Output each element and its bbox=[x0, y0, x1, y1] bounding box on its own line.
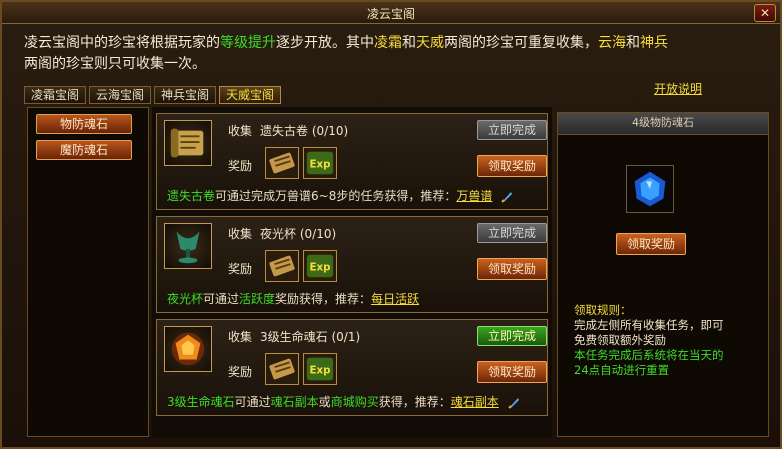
exp-icon[interactable]: Exp bbox=[303, 147, 337, 179]
reward-label: 奖励 bbox=[228, 365, 253, 379]
claim-reward-button[interactable]: 领取奖励 bbox=[477, 361, 547, 383]
blue-gem-icon[interactable] bbox=[626, 165, 674, 213]
task-description: 夜光杯可通过活跃度奖励获得，推荐：每日活跃 bbox=[167, 292, 420, 306]
night-cup-icon bbox=[164, 223, 212, 269]
intro-text: 凌云宝阁中的珍宝将根据玩家的等级提升逐步开放。其中凌霜和天威两阁的珍宝可重复收集… bbox=[24, 35, 668, 72]
category-physical-soulstone[interactable]: 物防魂石 bbox=[36, 114, 132, 134]
close-button[interactable]: ✕ bbox=[754, 4, 776, 22]
claim-rules: 领取规则： 完成左侧所有收集任务，即可 免费领取额外奖励 本任务完成后系统将在当… bbox=[574, 303, 724, 377]
bonus-title: 4级物防魂石 bbox=[558, 113, 768, 135]
tab-tianwei[interactable]: 天威宝阁 bbox=[219, 86, 282, 104]
task-title: 收集 3级生命魂石 (0/1) bbox=[228, 330, 361, 344]
life-soulstone-icon bbox=[164, 326, 212, 372]
tab-lingshuang[interactable]: 凌霜宝阁 bbox=[24, 86, 87, 104]
recommend-link[interactable]: 万兽谱 bbox=[456, 189, 492, 203]
task-list: 收集 遗失古卷 (0/10) 奖励 Exp 立即完成 领取奖励 遗失古卷可通过完成… bbox=[152, 107, 552, 437]
complete-now-button[interactable]: 立即完成 bbox=[477, 223, 547, 243]
window-title: 凌云宝阁 bbox=[366, 7, 415, 21]
svg-text:Exp: Exp bbox=[309, 262, 330, 274]
task-title: 收集 夜光杯 (0/10) bbox=[228, 227, 337, 241]
category-panel: 物防魂石 魔防魂石 bbox=[27, 107, 149, 437]
recommend-link[interactable]: 每日活跃 bbox=[371, 292, 419, 306]
reward-label: 奖励 bbox=[228, 159, 253, 173]
quill-icon[interactable] bbox=[507, 396, 521, 410]
exp-icon[interactable]: Exp bbox=[303, 353, 337, 385]
bonus-reward-panel: 4级物防魂石 领取奖励 领取规则： 完成左侧所有收集任务，即可 免费领取额外奖励… bbox=[557, 112, 769, 437]
task-title: 收集 遗失古卷 (0/10) bbox=[228, 124, 349, 138]
claim-reward-button[interactable]: 领取奖励 bbox=[477, 258, 547, 280]
task-card: 收集 遗失古卷 (0/10) 奖励 Exp 立即完成 领取奖励 遗失古卷可通过完成… bbox=[156, 113, 548, 210]
recommend-link[interactable]: 魂石副本 bbox=[451, 395, 499, 409]
scroll-icon[interactable] bbox=[265, 147, 299, 179]
bonus-claim-button[interactable]: 领取奖励 bbox=[616, 233, 686, 255]
claim-reward-button[interactable]: 领取奖励 bbox=[477, 155, 547, 177]
svg-text:Exp: Exp bbox=[309, 159, 330, 171]
treasure-window: 凌云宝阁 凌云宝阁中的珍宝将根据玩家的等级提升逐步开放。其中凌霜和天威两阁的珍宝… bbox=[0, 0, 782, 449]
tab-shenbing[interactable]: 神兵宝阁 bbox=[154, 86, 217, 104]
tab-yunhai[interactable]: 云海宝阁 bbox=[89, 86, 152, 104]
title-bar: 凌云宝阁 bbox=[2, 2, 780, 24]
tab-bar: 凌霜宝阁 云海宝阁 神兵宝阁 天威宝阁 bbox=[24, 86, 282, 104]
scroll-icon[interactable] bbox=[265, 353, 299, 385]
open-info-link[interactable]: 开放说明 bbox=[654, 80, 702, 97]
complete-now-button[interactable]: 立即完成 bbox=[477, 326, 547, 346]
complete-now-button[interactable]: 立即完成 bbox=[477, 120, 547, 140]
task-description: 3级生命魂石可通过魂石副本或商城购买获得，推荐：魂石副本 bbox=[167, 393, 521, 410]
quill-icon[interactable] bbox=[500, 190, 514, 204]
task-card: 收集 夜光杯 (0/10) 奖励 Exp 立即完成 领取奖励 夜光杯可通过活跃度奖… bbox=[156, 216, 548, 313]
svg-text:Exp: Exp bbox=[309, 365, 330, 377]
reward-label: 奖励 bbox=[228, 262, 253, 276]
task-card: 收集 3级生命魂石 (0/1) 奖励 Exp 立即完成 领取奖励 3级生命魂石可通… bbox=[156, 319, 548, 416]
category-magic-soulstone[interactable]: 魔防魂石 bbox=[36, 140, 132, 160]
task-description: 遗失古卷可通过完成万兽谱6~8步的任务获得，推荐：万兽谱 bbox=[167, 187, 514, 204]
exp-icon[interactable]: Exp bbox=[303, 250, 337, 282]
ancient-scroll-icon bbox=[164, 120, 212, 166]
scroll-icon[interactable] bbox=[265, 250, 299, 282]
